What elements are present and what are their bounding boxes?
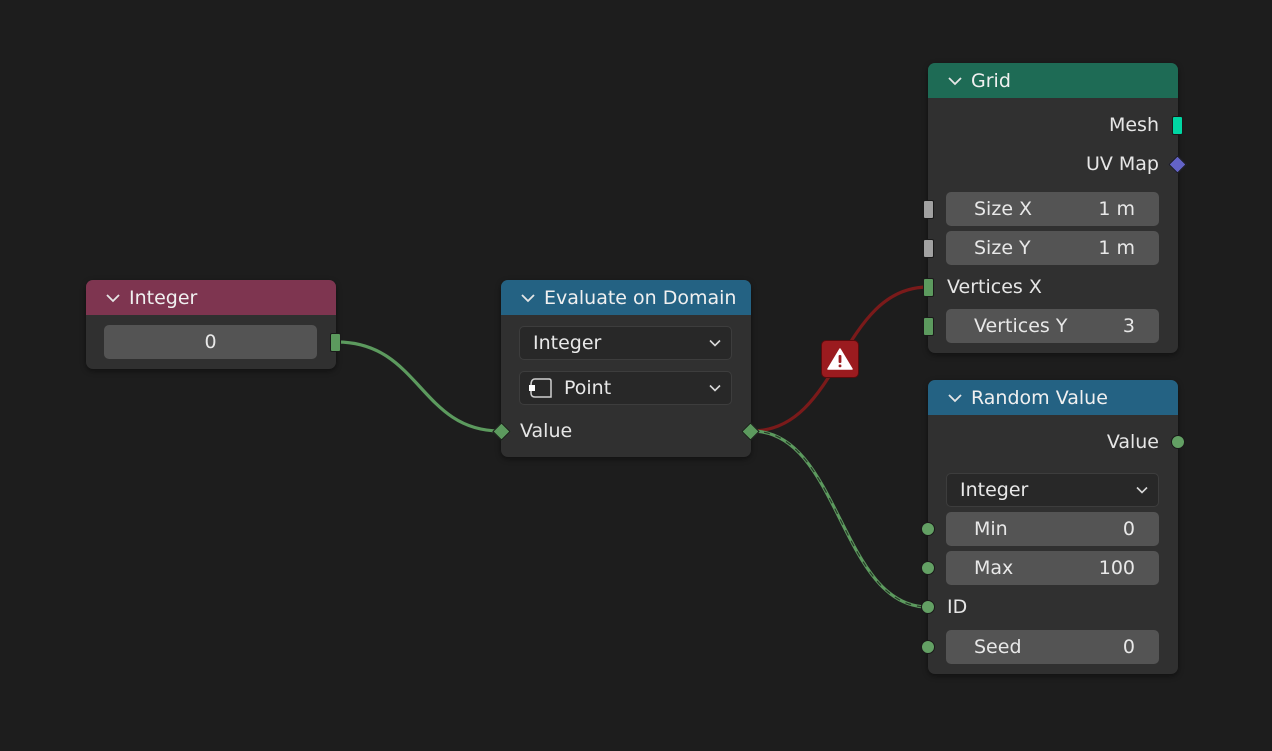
integer-value-field[interactable]: 0 bbox=[104, 325, 317, 359]
chevron-down-icon bbox=[709, 384, 721, 392]
integer-value: 0 bbox=[204, 331, 217, 353]
integer-output-socket[interactable] bbox=[330, 333, 341, 352]
evaluate-node-header[interactable]: Evaluate on Domain bbox=[501, 280, 751, 315]
mesh-output-socket[interactable] bbox=[1172, 116, 1183, 135]
node-title: Evaluate on Domain bbox=[544, 286, 737, 309]
value-input-socket[interactable] bbox=[492, 422, 511, 441]
size-y-label: Size Y bbox=[974, 237, 1031, 259]
min-label: Min bbox=[974, 518, 1008, 540]
id-label: ID bbox=[947, 596, 968, 618]
node-title: Grid bbox=[971, 69, 1011, 92]
uvmap-output-label: UV Map bbox=[1085, 153, 1159, 175]
node-title: Integer bbox=[129, 286, 198, 309]
chevron-down-icon[interactable] bbox=[106, 293, 120, 303]
chevron-down-icon[interactable] bbox=[948, 76, 962, 86]
chevron-down-icon[interactable] bbox=[948, 393, 962, 403]
domain-dropdown[interactable]: Point bbox=[519, 371, 732, 405]
link-evaluate-to-id bbox=[751, 429, 929, 609]
warning-triangle-icon bbox=[827, 348, 853, 370]
grid-node-header[interactable]: Grid bbox=[928, 63, 1178, 98]
min-value: 0 bbox=[1122, 518, 1135, 540]
chevron-down-icon bbox=[1136, 486, 1148, 494]
max-label: Max bbox=[974, 557, 1014, 579]
value-output-label: Value bbox=[1106, 431, 1159, 453]
mesh-output-label: Mesh bbox=[1108, 114, 1159, 136]
random-node-header[interactable]: Random Value bbox=[928, 380, 1178, 415]
size-y-input-socket[interactable] bbox=[923, 239, 934, 258]
seed-input-socket[interactable] bbox=[921, 640, 935, 654]
min-input-socket[interactable] bbox=[921, 522, 935, 536]
integer-node[interactable]: Integer 0 bbox=[86, 280, 341, 369]
size-x-label: Size X bbox=[974, 198, 1033, 220]
chevron-down-icon bbox=[709, 339, 721, 347]
size-x-input-socket[interactable] bbox=[923, 200, 934, 219]
max-input-socket[interactable] bbox=[921, 561, 935, 575]
random-value-node[interactable]: Random Value Value Integer Min 0 Max 100… bbox=[921, 380, 1185, 674]
domain-value: Point bbox=[564, 377, 612, 399]
data-type-value: Integer bbox=[960, 479, 1029, 501]
link-integer-to-evaluate bbox=[336, 340, 501, 433]
vertices-y-field[interactable]: Vertices Y 3 bbox=[946, 309, 1159, 343]
vertices-x-label: Vertices X bbox=[947, 276, 1042, 298]
value-output-socket[interactable] bbox=[741, 422, 760, 441]
size-y-field[interactable]: Size Y 1 m bbox=[946, 231, 1159, 265]
vertices-y-input-socket[interactable] bbox=[923, 317, 934, 336]
vertices-y-label: Vertices Y bbox=[974, 315, 1068, 337]
invalid-link-warning[interactable] bbox=[821, 340, 859, 378]
size-x-value: 1 m bbox=[1098, 198, 1135, 220]
evaluate-on-domain-node[interactable]: Evaluate on Domain Integer Point Value bbox=[492, 280, 760, 457]
data-type-dropdown[interactable]: Integer bbox=[519, 326, 732, 360]
integer-node-header[interactable]: Integer bbox=[86, 280, 336, 315]
seed-value: 0 bbox=[1122, 636, 1135, 658]
chevron-down-icon[interactable] bbox=[521, 293, 535, 303]
grid-node[interactable]: Grid Mesh UV Map Size X 1 m Size Y 1 m V… bbox=[923, 63, 1187, 353]
uvmap-output-socket[interactable] bbox=[1168, 155, 1187, 174]
size-x-field[interactable]: Size X 1 m bbox=[946, 192, 1159, 226]
value-input-label: Value bbox=[520, 420, 573, 442]
max-value: 100 bbox=[1098, 557, 1135, 579]
min-field[interactable]: Min 0 bbox=[946, 512, 1159, 546]
seed-label: Seed bbox=[974, 636, 1022, 658]
value-output-socket[interactable] bbox=[1171, 435, 1185, 449]
vertices-y-value: 3 bbox=[1122, 315, 1135, 337]
data-type-value: Integer bbox=[533, 332, 602, 354]
size-y-value: 1 m bbox=[1098, 237, 1135, 259]
max-field[interactable]: Max 100 bbox=[946, 551, 1159, 585]
point-domain-icon bbox=[529, 378, 552, 398]
id-input-socket[interactable] bbox=[921, 600, 935, 614]
node-title: Random Value bbox=[971, 386, 1108, 409]
seed-field[interactable]: Seed 0 bbox=[946, 630, 1159, 664]
vertices-x-input-socket[interactable] bbox=[923, 278, 934, 297]
data-type-dropdown[interactable]: Integer bbox=[946, 473, 1159, 507]
